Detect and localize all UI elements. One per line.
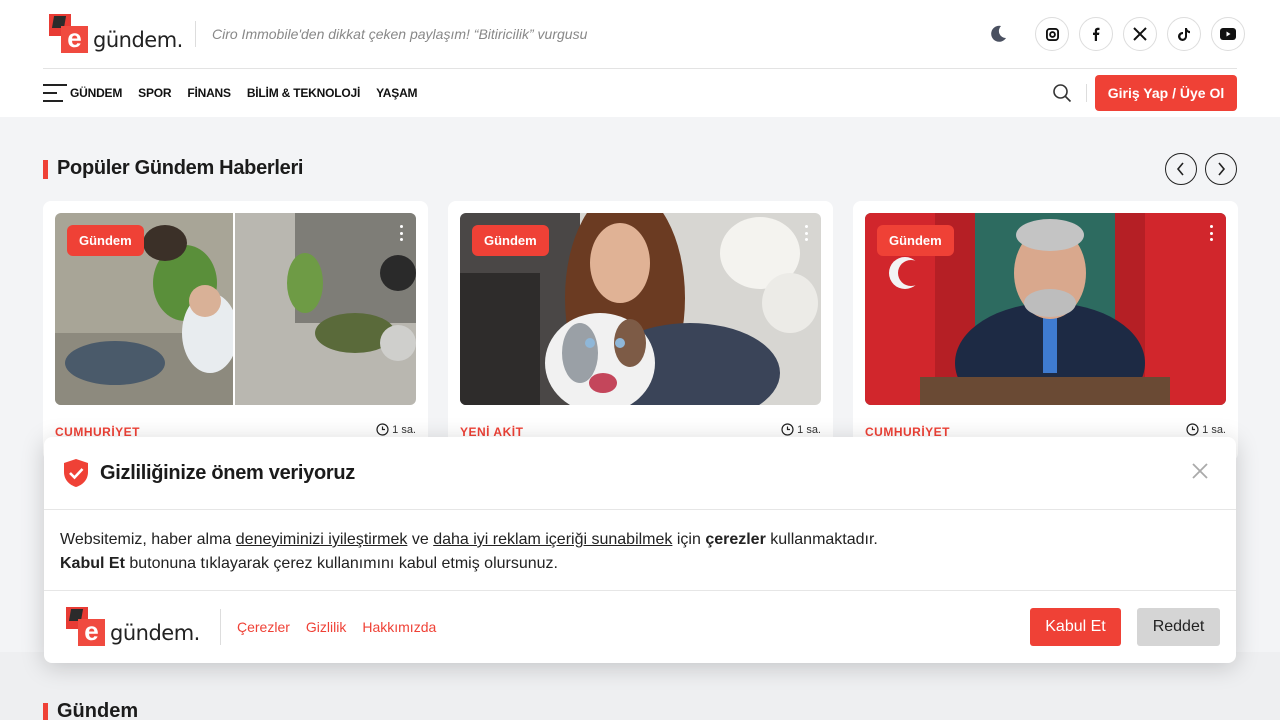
logo-text: gündem. [110,621,200,645]
link-cookies[interactable]: Çerezler [237,619,290,635]
header-rule [43,68,1237,69]
nav-separator [1086,84,1087,102]
youtube-icon[interactable] [1211,17,1245,51]
news-ticker[interactable]: Ciro Immobile'den dikkat çeken paylaşım!… [212,26,587,42]
nav-item-yasam[interactable]: YAŞAM [376,86,417,100]
section-title-gundem: Gündem [43,700,138,720]
news-time-label: 1 sa. [392,423,416,436]
reject-button[interactable]: Reddet [1137,608,1220,646]
logo-mark: e [49,14,89,54]
accept-button[interactable]: Kabul Et [1030,608,1121,646]
main-nav: GÜNDEM SPOR FİNANS BİLİM & TEKNOLOJİ YAŞ… [43,84,433,102]
carousel-prev-button[interactable] [1165,153,1197,185]
news-time-label: 1 sa. [797,423,821,436]
facebook-icon[interactable] [1079,17,1113,51]
chevron-left-icon [1176,162,1184,176]
nav-item-finans[interactable]: FİNANS [187,86,231,100]
news-time: 1 sa. [781,423,821,436]
close-icon[interactable] [1192,463,1208,479]
chevron-right-icon [1218,162,1226,176]
menu-icon[interactable] [43,84,67,102]
clock-icon [376,423,389,436]
clock-icon [1186,423,1199,436]
message-text: butonuna tıklayarak çerez kullanımını ka… [124,555,558,572]
policy-links: Çerezler Gizlilik Hakkımızda [237,619,436,635]
news-time-label: 1 sa. [1202,423,1226,436]
logo-mark: e [66,607,106,647]
cookie-dialog-message: Websitemiz, haber alma deneyiminizi iyil… [44,510,1236,591]
category-badge[interactable]: Gündem [877,225,954,256]
cookie-consent-dialog: Gizliliğinize önem veriyoruz Websitemiz,… [44,437,1236,663]
instagram-icon[interactable] [1035,17,1069,51]
footer-logo: e gündem. [66,607,200,647]
social-links [1035,17,1245,51]
news-time: 1 sa. [1186,423,1226,436]
x-icon[interactable] [1123,17,1157,51]
site-logo[interactable]: e gündem. [49,14,183,54]
news-card[interactable]: Gündem CUMHURİYET 1 sa. [43,201,428,461]
message-emphasis: Kabul Et [60,555,125,572]
cookie-dialog-footer: e gündem. Çerezler Gizlilik Hakkımızda K… [44,591,1236,663]
link-about[interactable]: Hakkımızda [362,619,436,635]
news-card[interactable]: Gündem CUMHURİYET 1 sa. [853,201,1238,461]
message-link-experience[interactable]: deneyiminizi iyileştirmek [236,531,408,548]
news-time: 1 sa. [376,423,416,436]
nav-item-spor[interactable]: SPOR [138,86,171,100]
nav-item-gundem[interactable]: GÜNDEM [70,86,122,100]
more-options-icon[interactable] [400,225,404,241]
message-text: kullanmaktadır. [765,531,878,548]
carousel-next-button[interactable] [1205,153,1237,185]
shield-icon [64,459,88,487]
message-text: Websitemiz, haber alma [60,531,236,548]
more-options-icon[interactable] [1210,225,1214,241]
moon-icon[interactable] [988,24,1008,44]
logo-text: gündem. [93,28,183,52]
login-button[interactable]: Giriş Yap / Üye Ol [1095,75,1237,111]
link-privacy[interactable]: Gizlilik [306,619,346,635]
message-link-ads[interactable]: daha iyi reklam içeriği sunabilmek [433,531,672,548]
message-text: için [672,531,706,548]
clock-icon [781,423,794,436]
cookie-dialog-title: Gizliliğinize önem veriyoruz [100,461,355,484]
message-text: ve [407,531,434,548]
nav-item-bilim-teknoloji[interactable]: BİLİM & TEKNOLOJİ [247,86,360,100]
section-title-popular: Popüler Gündem Haberleri [43,157,304,180]
tiktok-icon[interactable] [1167,17,1201,51]
category-badge[interactable]: Gündem [472,225,549,256]
cookie-dialog-header: Gizliliğinize önem veriyoruz [44,437,1236,510]
message-emphasis: çerezler [705,531,766,548]
footer-divider [220,609,221,645]
news-card[interactable]: Gündem YENİ AKİT 1 sa. [448,201,833,461]
category-badge[interactable]: Gündem [67,225,144,256]
header-divider [195,21,196,47]
search-icon[interactable] [1052,83,1072,103]
more-options-icon[interactable] [805,225,809,241]
site-header: e gündem. Ciro Immobile'den dikkat çeken… [0,0,1280,117]
